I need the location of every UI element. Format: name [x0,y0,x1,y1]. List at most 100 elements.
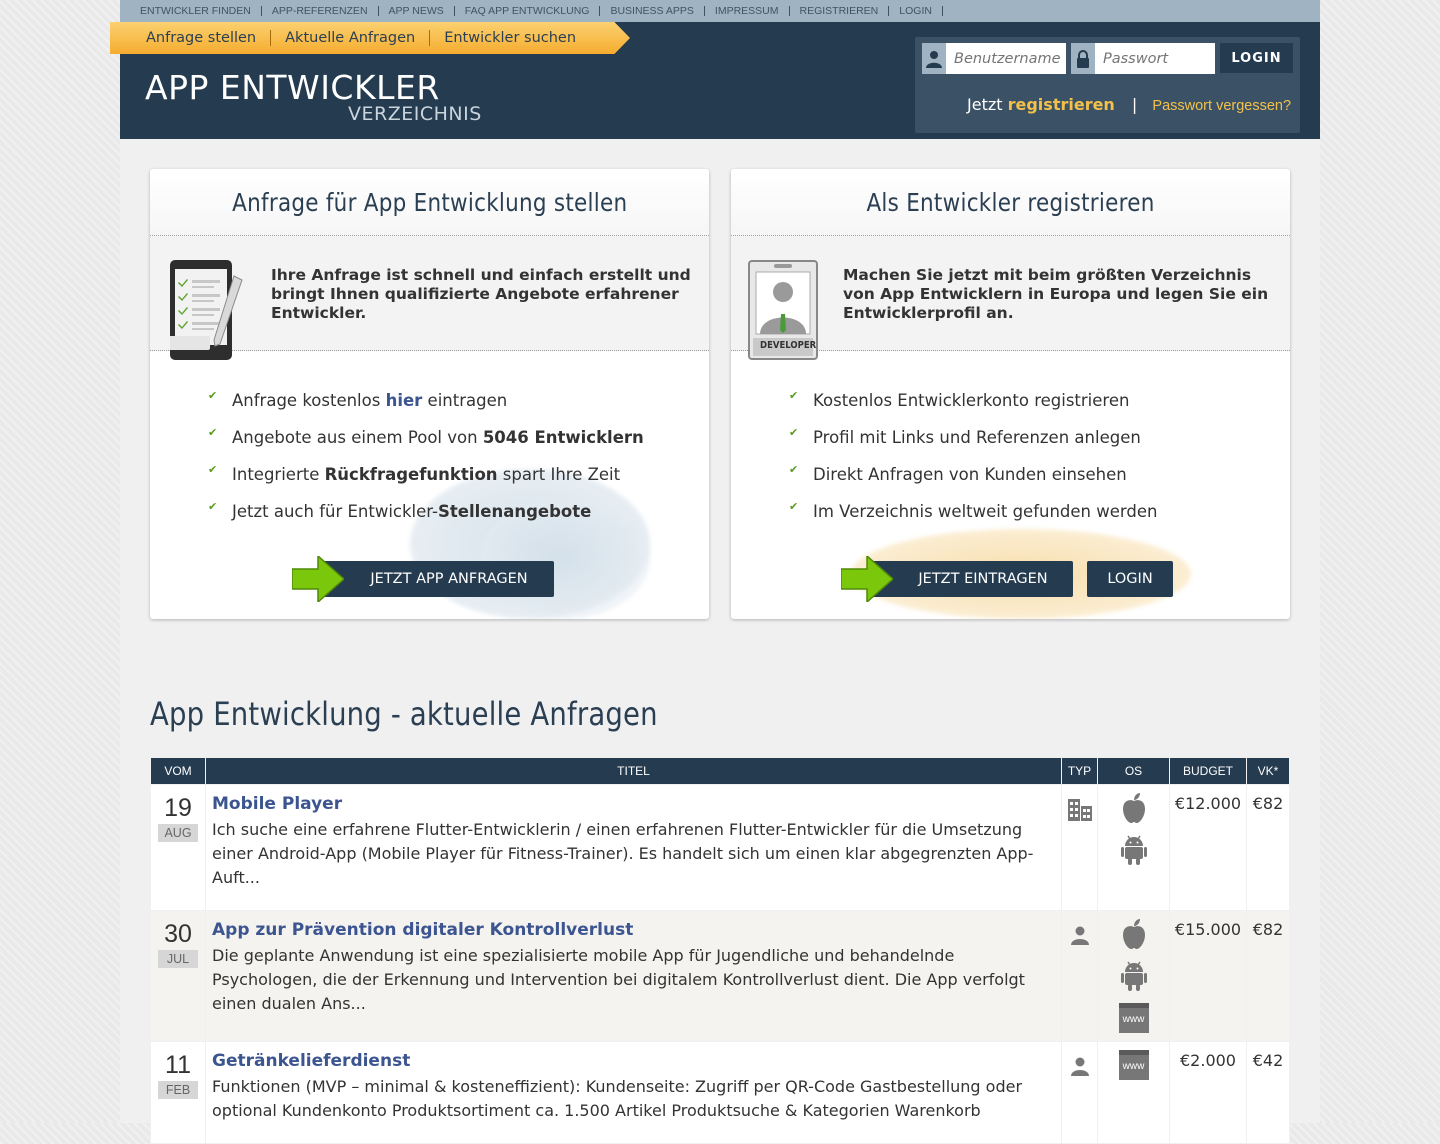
list-item: ✔ Jetzt auch für Entwickler-Stellenangebo… [208,500,592,521]
col-typ: TYP [1062,758,1097,784]
topnav-entwickler-finden[interactable]: ENTWICKLER FINDEN [140,6,262,16]
ribbon-nav: Anfrage stellen Aktuelle Anfragen Entwic… [110,22,630,54]
cards-row: Anfrage für App Entwicklung stellen Ihre… [150,169,1290,619]
check-icon: ✔ [208,500,218,513]
topnav-login[interactable]: LOGIN [899,6,943,16]
topnav-impressum[interactable]: IMPRESSUM [715,6,790,16]
developer-button-row: JETZT EINTRAGEN LOGIN [840,554,1173,604]
budget-cell: €15.000 [1170,911,1246,1041]
forgot-password-link[interactable]: Passwort vergessen? [1152,98,1291,114]
requests-table: VOM TITEL TYP OS BUDGET VK* 19 AUG Mobile … [150,757,1290,1144]
developer-card-intro: DEVELOPER Machen Sie jetzt mit beim größ… [731,236,1290,360]
date-month: AUG [158,824,198,842]
table-row[interactable]: 11 FEB Getränkelieferdienst Funktionen (MVP… [151,1042,1289,1143]
username-wrap [922,43,1066,74]
main-content: Anfrage für App Entwicklung stellen Ihre… [120,139,1320,1144]
type-cell [1062,1042,1097,1143]
ribbon-anfrage-stellen[interactable]: Anfrage stellen [146,30,272,46]
android-icon [1098,961,1169,995]
password-input[interactable] [1095,43,1215,74]
login-button[interactable]: LOGIN [1220,43,1293,73]
ribbon-entwickler-suchen[interactable]: Entwickler suchen [444,30,590,46]
type-cell [1062,911,1097,1041]
lock-icon [1071,43,1095,74]
table-header-row: VOM TITEL TYP OS BUDGET VK* [151,758,1289,784]
check-icon: ✔ [789,463,799,476]
check-icon: ✔ [789,500,799,513]
request-description: Ich suche eine erfahrene Flutter-Entwick… [212,820,1034,887]
date-month: FEB [158,1081,198,1099]
username-input[interactable] [946,43,1066,74]
logo-subtitle: VERZEICHNIS [348,103,482,125]
request-card-intro-text: Ihre Anfrage ist schnell und einfach ers… [271,266,691,322]
type-cell [1062,785,1097,910]
vk-cell: €82 [1247,785,1289,910]
topnav-registrieren[interactable]: REGISTRIEREN [800,6,890,16]
request-button-row: JETZT APP ANFRAGEN [291,554,554,604]
col-titel: TITEL [206,758,1061,784]
register-developer-button[interactable]: JETZT EINTRAGEN [871,561,1073,597]
login-box: LOGIN Jetzt registrieren | Passwort verg… [915,37,1300,133]
budget-cell: €12.000 [1170,785,1246,910]
os-cell [1098,785,1169,910]
check-icon: ✔ [789,389,799,402]
page: ENTWICKLER FINDEN APP-REFERENZEN APP NEW… [110,0,1320,1144]
topnav-business-apps[interactable]: BUSINESS APPS [610,6,705,16]
date-month: JUL [158,950,198,968]
request-title-link[interactable]: Getränkelieferdienst [212,1050,1047,1072]
register-separator: | [1131,95,1138,114]
requests-title: App Entwicklung - aktuelle Anfragen [150,695,658,733]
android-icon [1098,835,1169,869]
check-icon: ✔ [789,426,799,439]
request-title-link[interactable]: App zur Prävention digitaler Kontrollver… [212,919,1047,941]
vk-cell: €82 [1247,911,1289,1041]
col-vk: VK* [1247,758,1289,784]
request-card-intro: Ihre Anfrage ist schnell und einfach ers… [150,236,709,360]
table-row[interactable]: 19 AUG Mobile Player Ich suche eine erfahre… [151,785,1289,910]
request-benefits-list: ✔ Anfrage kostenlos hier eintragen ✔ Angeb… [208,389,644,539]
request-card-header: Anfrage für App Entwicklung stellen [150,169,709,236]
list-item: ✔ Im Verzeichnis weltweit gefunden werden [789,500,1158,521]
date-cell: 19 AUG [151,785,205,910]
web-icon: www [1098,1003,1169,1033]
col-os: OS [1098,758,1169,784]
topnav-app-referenzen[interactable]: APP-REFERENZEN [272,6,379,16]
topnav-faq[interactable]: FAQ APP ENTWICKLUNG [465,6,601,16]
arrow-right-icon [291,554,346,604]
arrow-right-icon [840,554,895,604]
check-icon: ✔ [208,389,218,402]
apple-icon [1098,793,1169,827]
list-item: ✔ Direkt Anfragen von Kunden einsehen [789,463,1127,484]
register-prefix: Jetzt [967,95,1003,114]
ribbon-aktuelle-anfragen[interactable]: Aktuelle Anfragen [285,30,431,46]
list-item: ✔ Profil mit Links und Referenzen anlegen [789,426,1141,447]
vk-cell: €42 [1247,1042,1289,1143]
header: Anfrage stellen Aktuelle Anfragen Entwic… [110,22,1320,139]
date-day: 30 [164,920,192,948]
register-line: Jetzt registrieren | Passwort vergessen? [967,95,1291,114]
request-description: Die geplante Anwendung ist eine speziali… [212,946,1025,1013]
developer-badge-label: DEVELOPER [760,340,817,351]
site-logo[interactable]: APP ENTWICKLER VERZEICHNIS [145,68,482,125]
table-row[interactable]: 30 JUL App zur Prävention digitaler Kontro… [151,911,1289,1041]
hier-link[interactable]: hier [386,391,423,410]
developer-card-intro-text: Machen Sie jetzt mit beim größten Verzei… [843,266,1269,322]
date-cell: 11 FEB [151,1042,205,1143]
request-card: Anfrage für App Entwicklung stellen Ihre… [150,169,709,619]
apple-icon [1098,919,1169,953]
register-link[interactable]: registrieren [1008,95,1115,114]
request-app-button[interactable]: JETZT APP ANFRAGEN [322,561,554,597]
date-day: 11 [165,1051,191,1079]
os-cell: www [1098,911,1169,1041]
budget-cell: €2.000 [1170,1042,1246,1143]
title-cell: Mobile Player Ich suche eine erfahrene Fl… [206,785,1061,910]
topnav-app-news[interactable]: APP NEWS [389,6,455,16]
list-item: ✔ Integrierte Rückfragefunktion spart Ihr… [208,463,621,484]
developer-card: Als Entwickler registrieren DEVELOPER Ma… [731,169,1290,619]
checklist-tablet-icon [168,260,250,366]
list-item: ✔ Angebote aus einem Pool von 5046 Entwic… [208,426,644,447]
developer-login-button[interactable]: LOGIN [1087,561,1173,597]
password-wrap [1071,43,1215,74]
developer-card-title: Als Entwickler registrieren [866,187,1155,217]
request-title-link[interactable]: Mobile Player [212,793,1047,815]
